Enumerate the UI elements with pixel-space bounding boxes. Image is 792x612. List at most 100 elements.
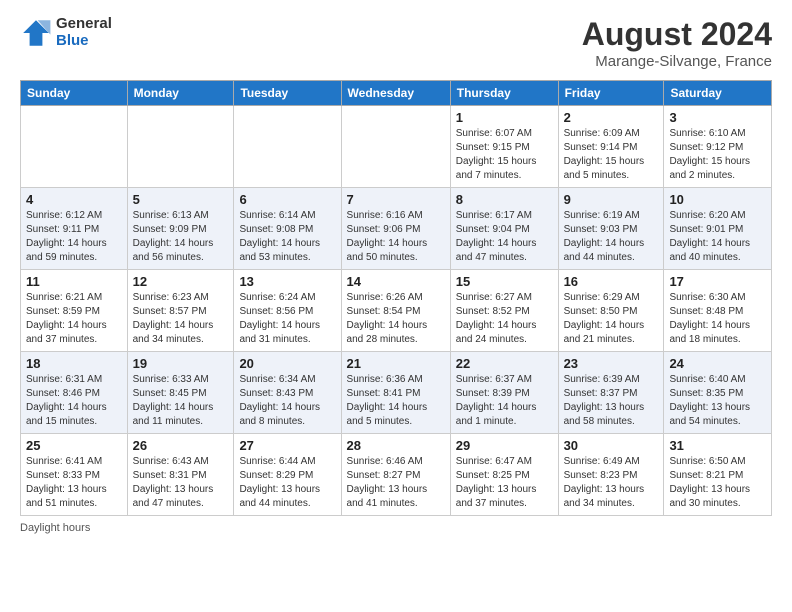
calendar-cell: 26Sunrise: 6:43 AM Sunset: 8:31 PM Dayli… — [127, 434, 234, 516]
day-number: 4 — [26, 192, 122, 207]
calendar-cell — [127, 106, 234, 188]
calendar-cell: 31Sunrise: 6:50 AM Sunset: 8:21 PM Dayli… — [664, 434, 772, 516]
day-info: Sunrise: 6:31 AM Sunset: 8:46 PM Dayligh… — [26, 373, 122, 429]
calendar-cell: 3Sunrise: 6:10 AM Sunset: 9:12 PM Daylig… — [664, 106, 772, 188]
day-number: 9 — [564, 192, 659, 207]
calendar-cell: 2 Sunrise: 6:09 AM Sunset: 9:14 PM Daylig… — [558, 106, 664, 188]
page: General Blue August 2024 Marange-Silvang… — [0, 0, 792, 612]
col-sunday: Sunday — [21, 81, 128, 106]
day-info: Sunrise: 6:33 AM Sunset: 8:45 PM Dayligh… — [133, 373, 229, 429]
day-info: Sunrise: 6:21 AM Sunset: 8:59 PM Dayligh… — [26, 291, 122, 347]
day-number: 13 — [239, 274, 335, 289]
logo-general-text: General — [56, 16, 112, 33]
day-info: Sunrise: 6:14 AM Sunset: 9:08 PM Dayligh… — [239, 209, 335, 265]
logo-blue-text: Blue — [56, 33, 112, 50]
day-number: 28 — [347, 438, 445, 453]
calendar-week-row: 1Sunrise: 6:07 AM Sunset: 9:15 PM Daylig… — [21, 106, 772, 188]
col-monday: Monday — [127, 81, 234, 106]
calendar-cell: 13 Sunrise: 6:24 AM Sunset: 8:56 PM Dayli… — [234, 270, 341, 352]
col-thursday: Thursday — [450, 81, 558, 106]
month-title: August 2024 — [582, 16, 772, 53]
calendar-cell: 21 Sunrise: 6:36 AM Sunset: 8:41 PM Dayli… — [341, 352, 450, 434]
logo-icon — [20, 17, 52, 49]
calendar-week-row: 4 Sunrise: 6:12 AM Sunset: 9:11 PM Daylig… — [21, 188, 772, 270]
calendar-cell: 30Sunrise: 6:49 AM Sunset: 8:23 PM Dayli… — [558, 434, 664, 516]
day-info: Sunrise: 6:36 AM Sunset: 8:41 PM Dayligh… — [347, 373, 445, 429]
day-info: Sunrise: 6:41 AM Sunset: 8:33 PM Dayligh… — [26, 455, 122, 511]
logo-text: General Blue — [56, 16, 112, 49]
calendar-cell: 24 Sunrise: 6:40 AM Sunset: 8:35 PM Dayli… — [664, 352, 772, 434]
day-number: 19 — [133, 356, 229, 371]
day-number: 6 — [239, 192, 335, 207]
day-number: 23 — [564, 356, 659, 371]
day-info: Sunrise: 6:30 AM Sunset: 8:48 PM Dayligh… — [669, 291, 766, 347]
day-info: Sunrise: 6:19 AM Sunset: 9:03 PM Dayligh… — [564, 209, 659, 265]
day-number: 16 — [564, 274, 659, 289]
day-info: Sunrise: 6:47 AM Sunset: 8:25 PM Dayligh… — [456, 455, 553, 511]
calendar-cell: 7 Sunrise: 6:16 AM Sunset: 9:06 PM Daylig… — [341, 188, 450, 270]
day-number: 2 — [564, 110, 659, 125]
calendar-cell: 9 Sunrise: 6:19 AM Sunset: 9:03 PM Daylig… — [558, 188, 664, 270]
day-info: Sunrise: 6:16 AM Sunset: 9:06 PM Dayligh… — [347, 209, 445, 265]
calendar-week-row: 11 Sunrise: 6:21 AM Sunset: 8:59 PM Dayli… — [21, 270, 772, 352]
day-number: 11 — [26, 274, 122, 289]
calendar-cell: 22Sunrise: 6:37 AM Sunset: 8:39 PM Dayli… — [450, 352, 558, 434]
day-number: 24 — [669, 356, 766, 371]
calendar-week-row: 25 Sunrise: 6:41 AM Sunset: 8:33 PM Dayli… — [21, 434, 772, 516]
calendar-header-row: Sunday Monday Tuesday Wednesday Thursday… — [21, 81, 772, 106]
day-info: Sunrise: 6:44 AM Sunset: 8:29 PM Dayligh… — [239, 455, 335, 511]
day-number: 22 — [456, 356, 553, 371]
day-info: Sunrise: 6:09 AM Sunset: 9:14 PM Dayligh… — [564, 127, 659, 183]
day-info: Sunrise: 6:07 AM Sunset: 9:15 PM Dayligh… — [456, 127, 553, 183]
calendar-cell: 4 Sunrise: 6:12 AM Sunset: 9:11 PM Daylig… — [21, 188, 128, 270]
calendar-cell: 5Sunrise: 6:13 AM Sunset: 9:09 PM Daylig… — [127, 188, 234, 270]
day-number: 17 — [669, 274, 766, 289]
day-info: Sunrise: 6:17 AM Sunset: 9:04 PM Dayligh… — [456, 209, 553, 265]
calendar-cell: 20Sunrise: 6:34 AM Sunset: 8:43 PM Dayli… — [234, 352, 341, 434]
col-wednesday: Wednesday — [341, 81, 450, 106]
day-info: Sunrise: 6:39 AM Sunset: 8:37 PM Dayligh… — [564, 373, 659, 429]
calendar-cell: 14Sunrise: 6:26 AM Sunset: 8:54 PM Dayli… — [341, 270, 450, 352]
day-info: Sunrise: 6:50 AM Sunset: 8:21 PM Dayligh… — [669, 455, 766, 511]
col-saturday: Saturday — [664, 81, 772, 106]
calendar-cell: 12Sunrise: 6:23 AM Sunset: 8:57 PM Dayli… — [127, 270, 234, 352]
logo: General Blue — [20, 16, 112, 49]
calendar-cell: 25 Sunrise: 6:41 AM Sunset: 8:33 PM Dayli… — [21, 434, 128, 516]
calendar-cell — [341, 106, 450, 188]
day-info: Sunrise: 6:13 AM Sunset: 9:09 PM Dayligh… — [133, 209, 229, 265]
calendar-cell: 1Sunrise: 6:07 AM Sunset: 9:15 PM Daylig… — [450, 106, 558, 188]
calendar-cell: 19 Sunrise: 6:33 AM Sunset: 8:45 PM Dayli… — [127, 352, 234, 434]
calendar-cell: 29Sunrise: 6:47 AM Sunset: 8:25 PM Dayli… — [450, 434, 558, 516]
calendar-week-row: 18Sunrise: 6:31 AM Sunset: 8:46 PM Dayli… — [21, 352, 772, 434]
day-info: Sunrise: 6:40 AM Sunset: 8:35 PM Dayligh… — [669, 373, 766, 429]
day-number: 27 — [239, 438, 335, 453]
calendar-cell: 28Sunrise: 6:46 AM Sunset: 8:27 PM Dayli… — [341, 434, 450, 516]
day-number: 7 — [347, 192, 445, 207]
day-info: Sunrise: 6:12 AM Sunset: 9:11 PM Dayligh… — [26, 209, 122, 265]
day-info: Sunrise: 6:27 AM Sunset: 8:52 PM Dayligh… — [456, 291, 553, 347]
day-number: 15 — [456, 274, 553, 289]
day-number: 20 — [239, 356, 335, 371]
calendar: Sunday Monday Tuesday Wednesday Thursday… — [20, 80, 772, 516]
col-tuesday: Tuesday — [234, 81, 341, 106]
day-info: Sunrise: 6:10 AM Sunset: 9:12 PM Dayligh… — [669, 127, 766, 183]
calendar-cell: 23 Sunrise: 6:39 AM Sunset: 8:37 PM Dayli… — [558, 352, 664, 434]
col-friday: Friday — [558, 81, 664, 106]
calendar-cell: 6 Sunrise: 6:14 AM Sunset: 9:08 PM Daylig… — [234, 188, 341, 270]
day-info: Sunrise: 6:26 AM Sunset: 8:54 PM Dayligh… — [347, 291, 445, 347]
calendar-cell: 16 Sunrise: 6:29 AM Sunset: 8:50 PM Dayli… — [558, 270, 664, 352]
day-number: 10 — [669, 192, 766, 207]
calendar-cell: 11 Sunrise: 6:21 AM Sunset: 8:59 PM Dayli… — [21, 270, 128, 352]
calendar-cell: 17 Sunrise: 6:30 AM Sunset: 8:48 PM Dayli… — [664, 270, 772, 352]
calendar-cell: 27 Sunrise: 6:44 AM Sunset: 8:29 PM Dayli… — [234, 434, 341, 516]
day-info: Sunrise: 6:29 AM Sunset: 8:50 PM Dayligh… — [564, 291, 659, 347]
location-title: Marange-Silvange, France — [582, 53, 772, 70]
footer-note: Daylight hours — [20, 522, 772, 534]
day-number: 25 — [26, 438, 122, 453]
day-number: 30 — [564, 438, 659, 453]
day-info: Sunrise: 6:24 AM Sunset: 8:56 PM Dayligh… — [239, 291, 335, 347]
calendar-cell: 8Sunrise: 6:17 AM Sunset: 9:04 PM Daylig… — [450, 188, 558, 270]
day-info: Sunrise: 6:43 AM Sunset: 8:31 PM Dayligh… — [133, 455, 229, 511]
day-number: 21 — [347, 356, 445, 371]
calendar-cell: 18Sunrise: 6:31 AM Sunset: 8:46 PM Dayli… — [21, 352, 128, 434]
